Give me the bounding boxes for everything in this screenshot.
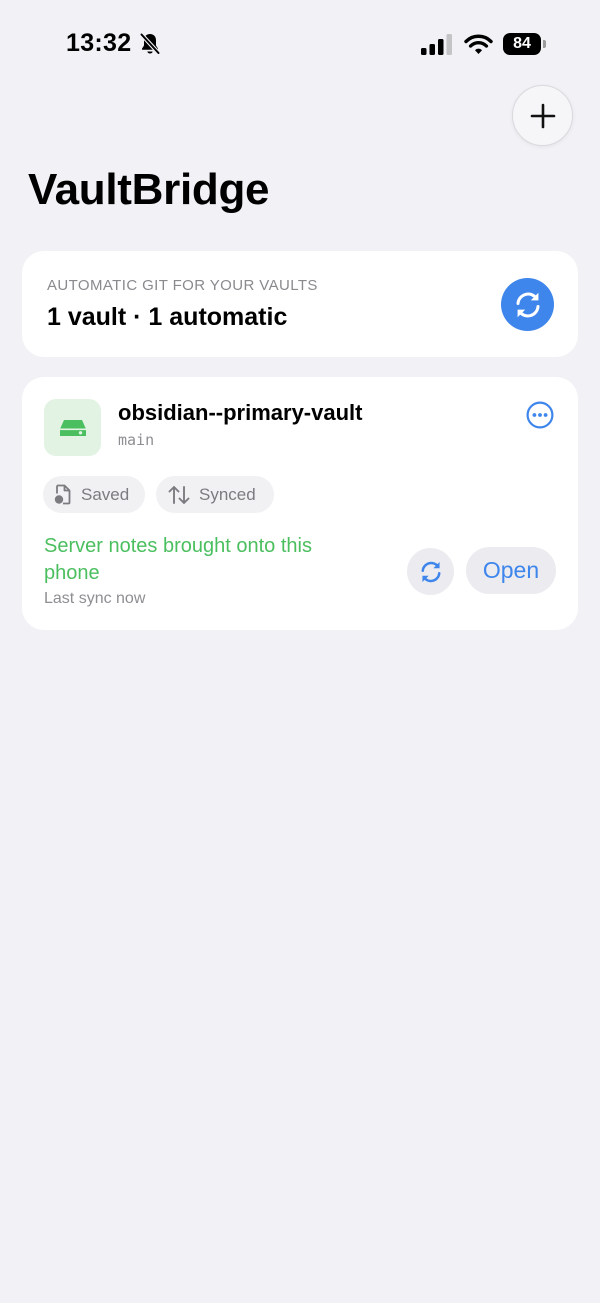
sync-icon	[421, 561, 440, 582]
drive-icon	[59, 419, 86, 436]
more-options-button[interactable]	[526, 401, 554, 429]
document-saved-icon	[54, 484, 71, 505]
status-chip-saved: Saved	[43, 476, 145, 513]
sync-icon	[516, 292, 539, 317]
battery-tip	[543, 40, 546, 48]
vault-branch: main	[118, 431, 155, 449]
vault-icon-box	[44, 399, 101, 456]
bell-slash-icon	[139, 32, 161, 56]
sync-vault-button[interactable]	[407, 548, 454, 595]
summary-caption: AUTOMATIC GIT FOR YOUR VAULTS	[47, 277, 318, 294]
add-vault-button[interactable]	[512, 85, 573, 146]
summary-card: AUTOMATIC GIT FOR YOUR VAULTS 1 vault · …	[22, 251, 578, 357]
battery-icon: 84	[503, 33, 541, 55]
vault-name: obsidian--primary-vault	[118, 400, 363, 425]
open-vault-button[interactable]: Open	[466, 547, 556, 594]
chip-label: Saved	[81, 484, 130, 504]
page-title: VaultBridge	[28, 165, 270, 214]
cellular-signal-icon	[421, 34, 452, 55]
sync-all-button[interactable]	[501, 278, 554, 331]
status-chip-synced: Synced	[156, 476, 274, 513]
vault-card[interactable]: obsidian--primary-vault main Saved Synce…	[22, 377, 578, 630]
last-sync-time: Last sync now	[44, 590, 146, 607]
status-time: 13:32	[66, 29, 132, 57]
wifi-icon	[464, 34, 493, 54]
plus-icon	[530, 103, 555, 128]
chip-label: Synced	[199, 484, 256, 504]
up-down-arrows-icon	[168, 485, 190, 504]
sync-status-message: Server notes brought onto this phone	[44, 535, 312, 584]
status-bar: 13:32 84	[0, 0, 600, 90]
ellipsis-circle-icon	[526, 401, 554, 429]
summary-value: 1 vault · 1 automatic	[47, 303, 288, 331]
